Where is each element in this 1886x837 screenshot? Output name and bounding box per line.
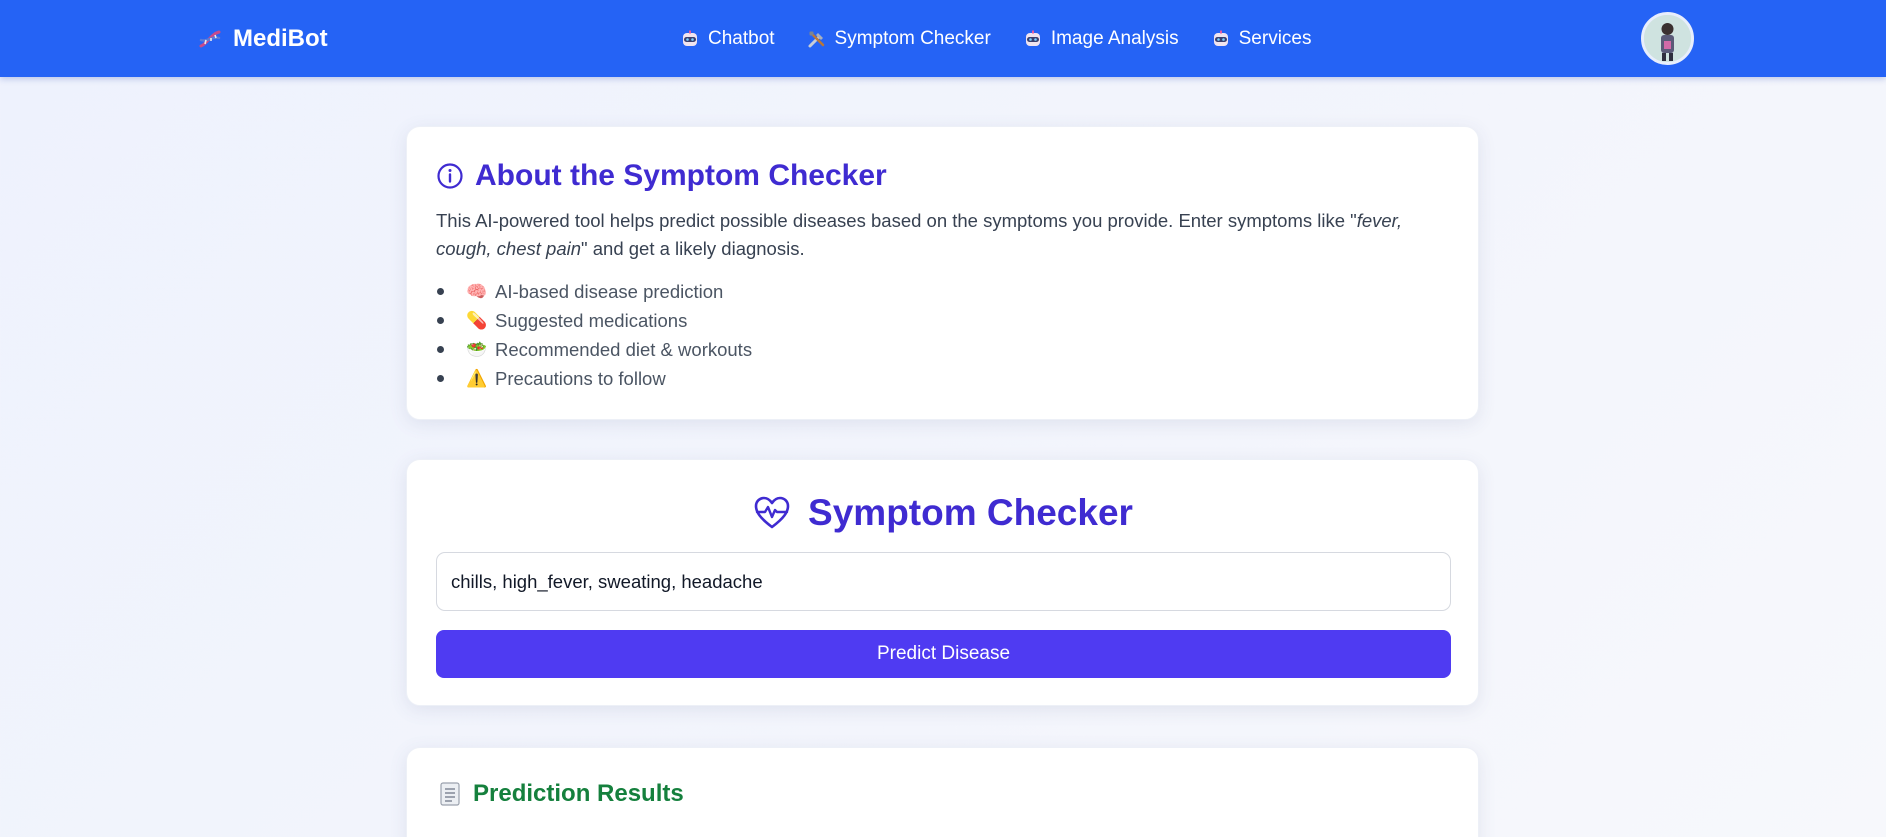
results-title: Prediction Results xyxy=(473,780,684,807)
nav-item-chatbot[interactable]: Chatbot xyxy=(680,28,775,50)
feature-label: Precautions to follow xyxy=(495,367,666,389)
feature-label: AI-based disease prediction xyxy=(495,280,724,302)
bullet-icon xyxy=(437,317,444,324)
predict-disease-button[interactable]: Predict Disease xyxy=(436,630,1451,678)
document-icon xyxy=(440,782,460,806)
tools-icon xyxy=(808,31,824,48)
feature-label: Suggested medications xyxy=(495,309,688,331)
bullet-icon xyxy=(437,375,444,382)
robot-icon xyxy=(1025,30,1040,46)
nav-label-services: Services xyxy=(1238,28,1312,49)
pill-icon: 💊 xyxy=(466,310,488,330)
feature-item: 🧠 AI-based disease prediction xyxy=(436,277,752,306)
about-desc-suffix: " and get a likely diagnosis. xyxy=(581,238,805,259)
feature-item: 💊 Suggested medications xyxy=(436,306,752,335)
bullet-icon xyxy=(437,346,444,353)
user-avatar[interactable] xyxy=(1641,12,1694,65)
robot-icon xyxy=(683,30,697,46)
warning-icon: ⚠️ xyxy=(466,368,488,388)
feature-label: Recommended diet & workouts xyxy=(495,338,753,360)
nav-label-chatbot: Chatbot xyxy=(708,28,775,49)
main-nav: Chatbot Symptom Checker Image Analysis S… xyxy=(680,26,1311,52)
info-icon xyxy=(437,163,463,189)
symptom-input[interactable] xyxy=(436,552,1451,611)
bullet-icon xyxy=(437,288,444,295)
nav-label-image-analysis: Image Analysis xyxy=(1050,28,1179,49)
about-title: About the Symptom Checker xyxy=(475,159,887,192)
nav-item-services[interactable]: Services xyxy=(1211,28,1312,50)
robot-icon xyxy=(1213,30,1228,46)
about-desc-prefix: This AI-powered tool helps predict possi… xyxy=(436,210,1357,231)
brand[interactable]: MediBot xyxy=(197,24,328,54)
brand-name: MediBot xyxy=(233,25,328,52)
brain-icon: 🧠 xyxy=(466,281,488,301)
about-heading: About the Symptom Checker xyxy=(436,159,887,193)
feature-item: 🥗 Recommended diet & workouts xyxy=(436,335,752,364)
top-navbar: MediBot Chatbot Symptom Checker Image An… xyxy=(0,0,1886,77)
checker-heading: Symptom Checker xyxy=(407,492,1480,534)
feature-list: 🧠 AI-based disease prediction 💊 Suggeste… xyxy=(436,277,752,393)
prediction-results-card: Prediction Results xyxy=(406,747,1479,837)
checker-title: Symptom Checker xyxy=(808,492,1133,533)
about-description: This AI-powered tool helps predict possi… xyxy=(436,207,1456,263)
nav-item-image-analysis[interactable]: Image Analysis xyxy=(1023,28,1179,50)
symptom-checker-card: Symptom Checker Predict Disease xyxy=(406,459,1479,706)
feature-item: ⚠️ Precautions to follow xyxy=(436,364,752,393)
results-heading: Prediction Results xyxy=(439,780,684,808)
about-card: About the Symptom Checker This AI-powere… xyxy=(406,126,1479,420)
nav-label-symptom-checker: Symptom Checker xyxy=(834,28,991,49)
user-avatar-image xyxy=(1644,15,1691,62)
salad-icon: 🥗 xyxy=(466,339,488,359)
heart-pulse-icon xyxy=(754,496,790,529)
dna-icon xyxy=(199,30,221,48)
nav-item-symptom-checker[interactable]: Symptom Checker xyxy=(807,28,991,50)
